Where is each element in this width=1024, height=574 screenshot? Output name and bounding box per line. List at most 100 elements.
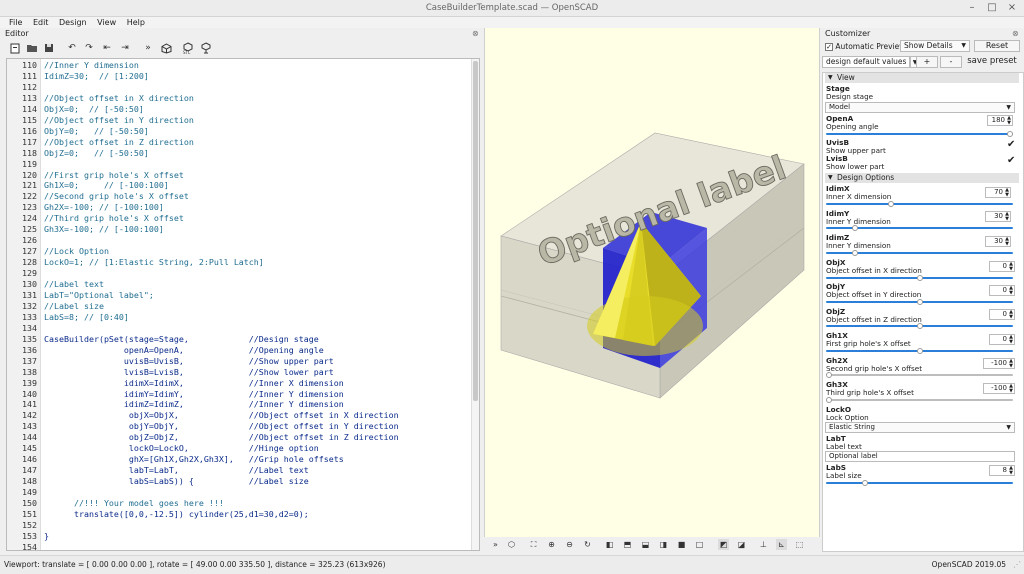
redo-icon[interactable]: ↷	[83, 42, 95, 54]
save-file-icon[interactable]	[43, 42, 55, 54]
code-editor[interactable]: 110 //Inner Y dimension 111 IdimZ=30; // [1…	[6, 58, 480, 551]
view-front-icon[interactable]: ■	[676, 539, 687, 550]
section-view[interactable]: ▼ View	[825, 73, 1019, 83]
add-preset-button[interactable]: +	[916, 56, 938, 68]
code-line[interactable]: 138 lvisB=LvisB, //Show lower part	[7, 367, 334, 378]
code-line[interactable]: 116 ObjY=0; // [-50:50]	[7, 126, 149, 137]
preset-select[interactable]: design default values	[822, 56, 910, 68]
code-line[interactable]: 149	[7, 487, 37, 498]
zoom-in-icon[interactable]: ⊕	[546, 539, 557, 550]
show-details-select[interactable]: Show Details ▼	[900, 40, 970, 52]
unindent-icon[interactable]: ⇤	[101, 42, 113, 54]
slider-handle[interactable]	[826, 397, 832, 403]
code-line[interactable]: 122 //Second grip hole's X offset	[7, 191, 189, 202]
code-line[interactable]: 131 LabT="Optional label";	[7, 290, 154, 301]
new-file-icon[interactable]	[9, 42, 21, 54]
objy-spinbox[interactable]: 0 ▲ ▼	[989, 285, 1015, 296]
code-line[interactable]: 115 //Object offset in Y direction	[7, 115, 194, 126]
section-design-options[interactable]: ▼ Design Options	[825, 173, 1019, 183]
view-all-icon[interactable]: ⛶	[528, 539, 539, 550]
code-line[interactable]: 153}	[7, 531, 49, 542]
view-right-icon[interactable]: ◧	[604, 539, 615, 550]
preview-icon[interactable]: »	[490, 539, 501, 550]
code-line[interactable]: 120 //First grip hole's X offset	[7, 170, 184, 181]
code-line[interactable]: 142 objX=ObjX, //Object offset in X dire…	[7, 410, 399, 421]
menu-edit[interactable]: Edit	[33, 17, 49, 28]
menu-help[interactable]: Help	[127, 17, 145, 28]
idimy-slider[interactable]	[826, 225, 1013, 231]
slider-handle[interactable]	[916, 275, 923, 281]
gh2x-slider[interactable]	[826, 372, 1013, 378]
code-line[interactable]: 144 objZ=ObjZ, //Object offset in Z dire…	[7, 432, 399, 443]
slider-handle[interactable]	[888, 201, 895, 207]
slider-handle[interactable]	[916, 323, 923, 329]
view-top-icon[interactable]: ⬒	[622, 539, 633, 550]
3d-viewport[interactable]: Optional label	[484, 28, 820, 537]
code-line[interactable]: 148 labS=LabS)) { //Label size	[7, 476, 309, 487]
locko-select[interactable]: Elastic String ▼	[825, 422, 1015, 433]
objx-slider[interactable]	[826, 275, 1013, 281]
render-icon[interactable]: ⬡	[506, 539, 517, 550]
code-line[interactable]: 152	[7, 520, 37, 531]
slider-handle[interactable]	[826, 372, 832, 378]
close-icon[interactable]: ×	[1006, 2, 1018, 13]
idimx-spinbox[interactable]: 70 ▲ ▼	[985, 187, 1011, 198]
send-to-print-icon[interactable]	[200, 42, 212, 54]
slider-handle[interactable]	[1007, 131, 1013, 137]
reset-button[interactable]: Reset	[974, 40, 1020, 52]
code-line[interactable]: 135 CaseBuilder(pSet(stage=Stage, //Desig…	[7, 334, 319, 345]
gh1x-spinbox[interactable]: 0 ▲ ▼	[989, 334, 1015, 345]
code-line[interactable]: 139 idimX=IdimX, //Inner X dimension	[7, 378, 344, 389]
code-line[interactable]: 129	[7, 268, 37, 279]
idimz-slider[interactable]	[826, 250, 1013, 256]
code-line[interactable]: 121 Gh1X=0; // [-100:100]	[7, 180, 169, 191]
save-preset-button[interactable]: save preset	[964, 56, 1020, 68]
customizer-dock-close-icon[interactable]: ⊗	[1012, 29, 1019, 38]
reset-view-icon[interactable]: ↻	[582, 539, 593, 550]
code-line[interactable]: 111 IdimZ=30; // [1:200]	[7, 71, 149, 82]
orthogonal-icon[interactable]: ◪	[736, 539, 747, 550]
opena-slider[interactable]	[826, 131, 1013, 137]
menu-file[interactable]: File	[9, 17, 22, 28]
editor-dock-close-icon[interactable]: ⊗	[472, 29, 479, 38]
labs-spinbox[interactable]: 8 ▲ ▼	[989, 465, 1015, 476]
menu-design[interactable]: Design	[59, 17, 87, 28]
code-line[interactable]: 125 Gh3X=-100; // [-100:100]	[7, 224, 164, 235]
minimize-icon[interactable]: –	[966, 2, 978, 13]
open-file-icon[interactable]	[26, 42, 38, 54]
slider-handle[interactable]	[916, 299, 923, 305]
view-left-icon[interactable]: ◨	[658, 539, 669, 550]
automatic-preview-checkbox[interactable]: ✓	[825, 43, 833, 51]
code-line[interactable]: 126	[7, 235, 37, 246]
preview-icon[interactable]: »	[142, 42, 154, 54]
code-line[interactable]: 119	[7, 159, 37, 170]
code-line[interactable]: 110 //Inner Y dimension	[7, 60, 139, 71]
maximize-icon[interactable]: □	[986, 2, 998, 13]
labs-slider[interactable]	[826, 480, 1013, 486]
editor-scroll-thumb[interactable]	[473, 61, 478, 401]
show-scale-icon[interactable]: ⊾	[776, 539, 787, 550]
indent-icon[interactable]: ⇥	[119, 42, 131, 54]
objy-slider[interactable]	[826, 299, 1013, 305]
menu-view[interactable]: View	[97, 17, 116, 28]
code-line[interactable]: 134	[7, 323, 37, 334]
slider-handle[interactable]	[852, 250, 859, 256]
stage-select[interactable]: Model ▼	[825, 102, 1015, 113]
show-axes-icon[interactable]: ⊥	[758, 539, 769, 550]
uvisb-checkbox[interactable]: ✔	[1007, 139, 1015, 150]
show-edges-icon[interactable]: ⬚	[794, 539, 805, 550]
code-line[interactable]: 143 objY=ObjY, //Object offset in Y dire…	[7, 421, 399, 432]
idimx-slider[interactable]	[826, 201, 1013, 207]
slider-handle[interactable]	[852, 225, 859, 231]
code-line[interactable]: 150 //!!! Your model goes here !!!	[7, 498, 224, 509]
code-line[interactable]: 130 //Label text	[7, 279, 104, 290]
labt-input[interactable]: Optional label	[825, 451, 1015, 462]
code-line[interactable]: 141 idimZ=IdimZ, //Inner Y dimension	[7, 399, 344, 410]
code-line[interactable]: 154	[7, 542, 37, 550]
resize-grip-icon[interactable]: ⋰	[1013, 560, 1021, 569]
editor-scrollbar[interactable]	[471, 59, 479, 550]
gh1x-slider[interactable]	[826, 348, 1013, 354]
gh2x-spinbox[interactable]: -100 ▲ ▼	[983, 358, 1015, 369]
export-stl-icon[interactable]: STL	[182, 42, 194, 54]
undo-icon[interactable]: ↶	[66, 42, 78, 54]
